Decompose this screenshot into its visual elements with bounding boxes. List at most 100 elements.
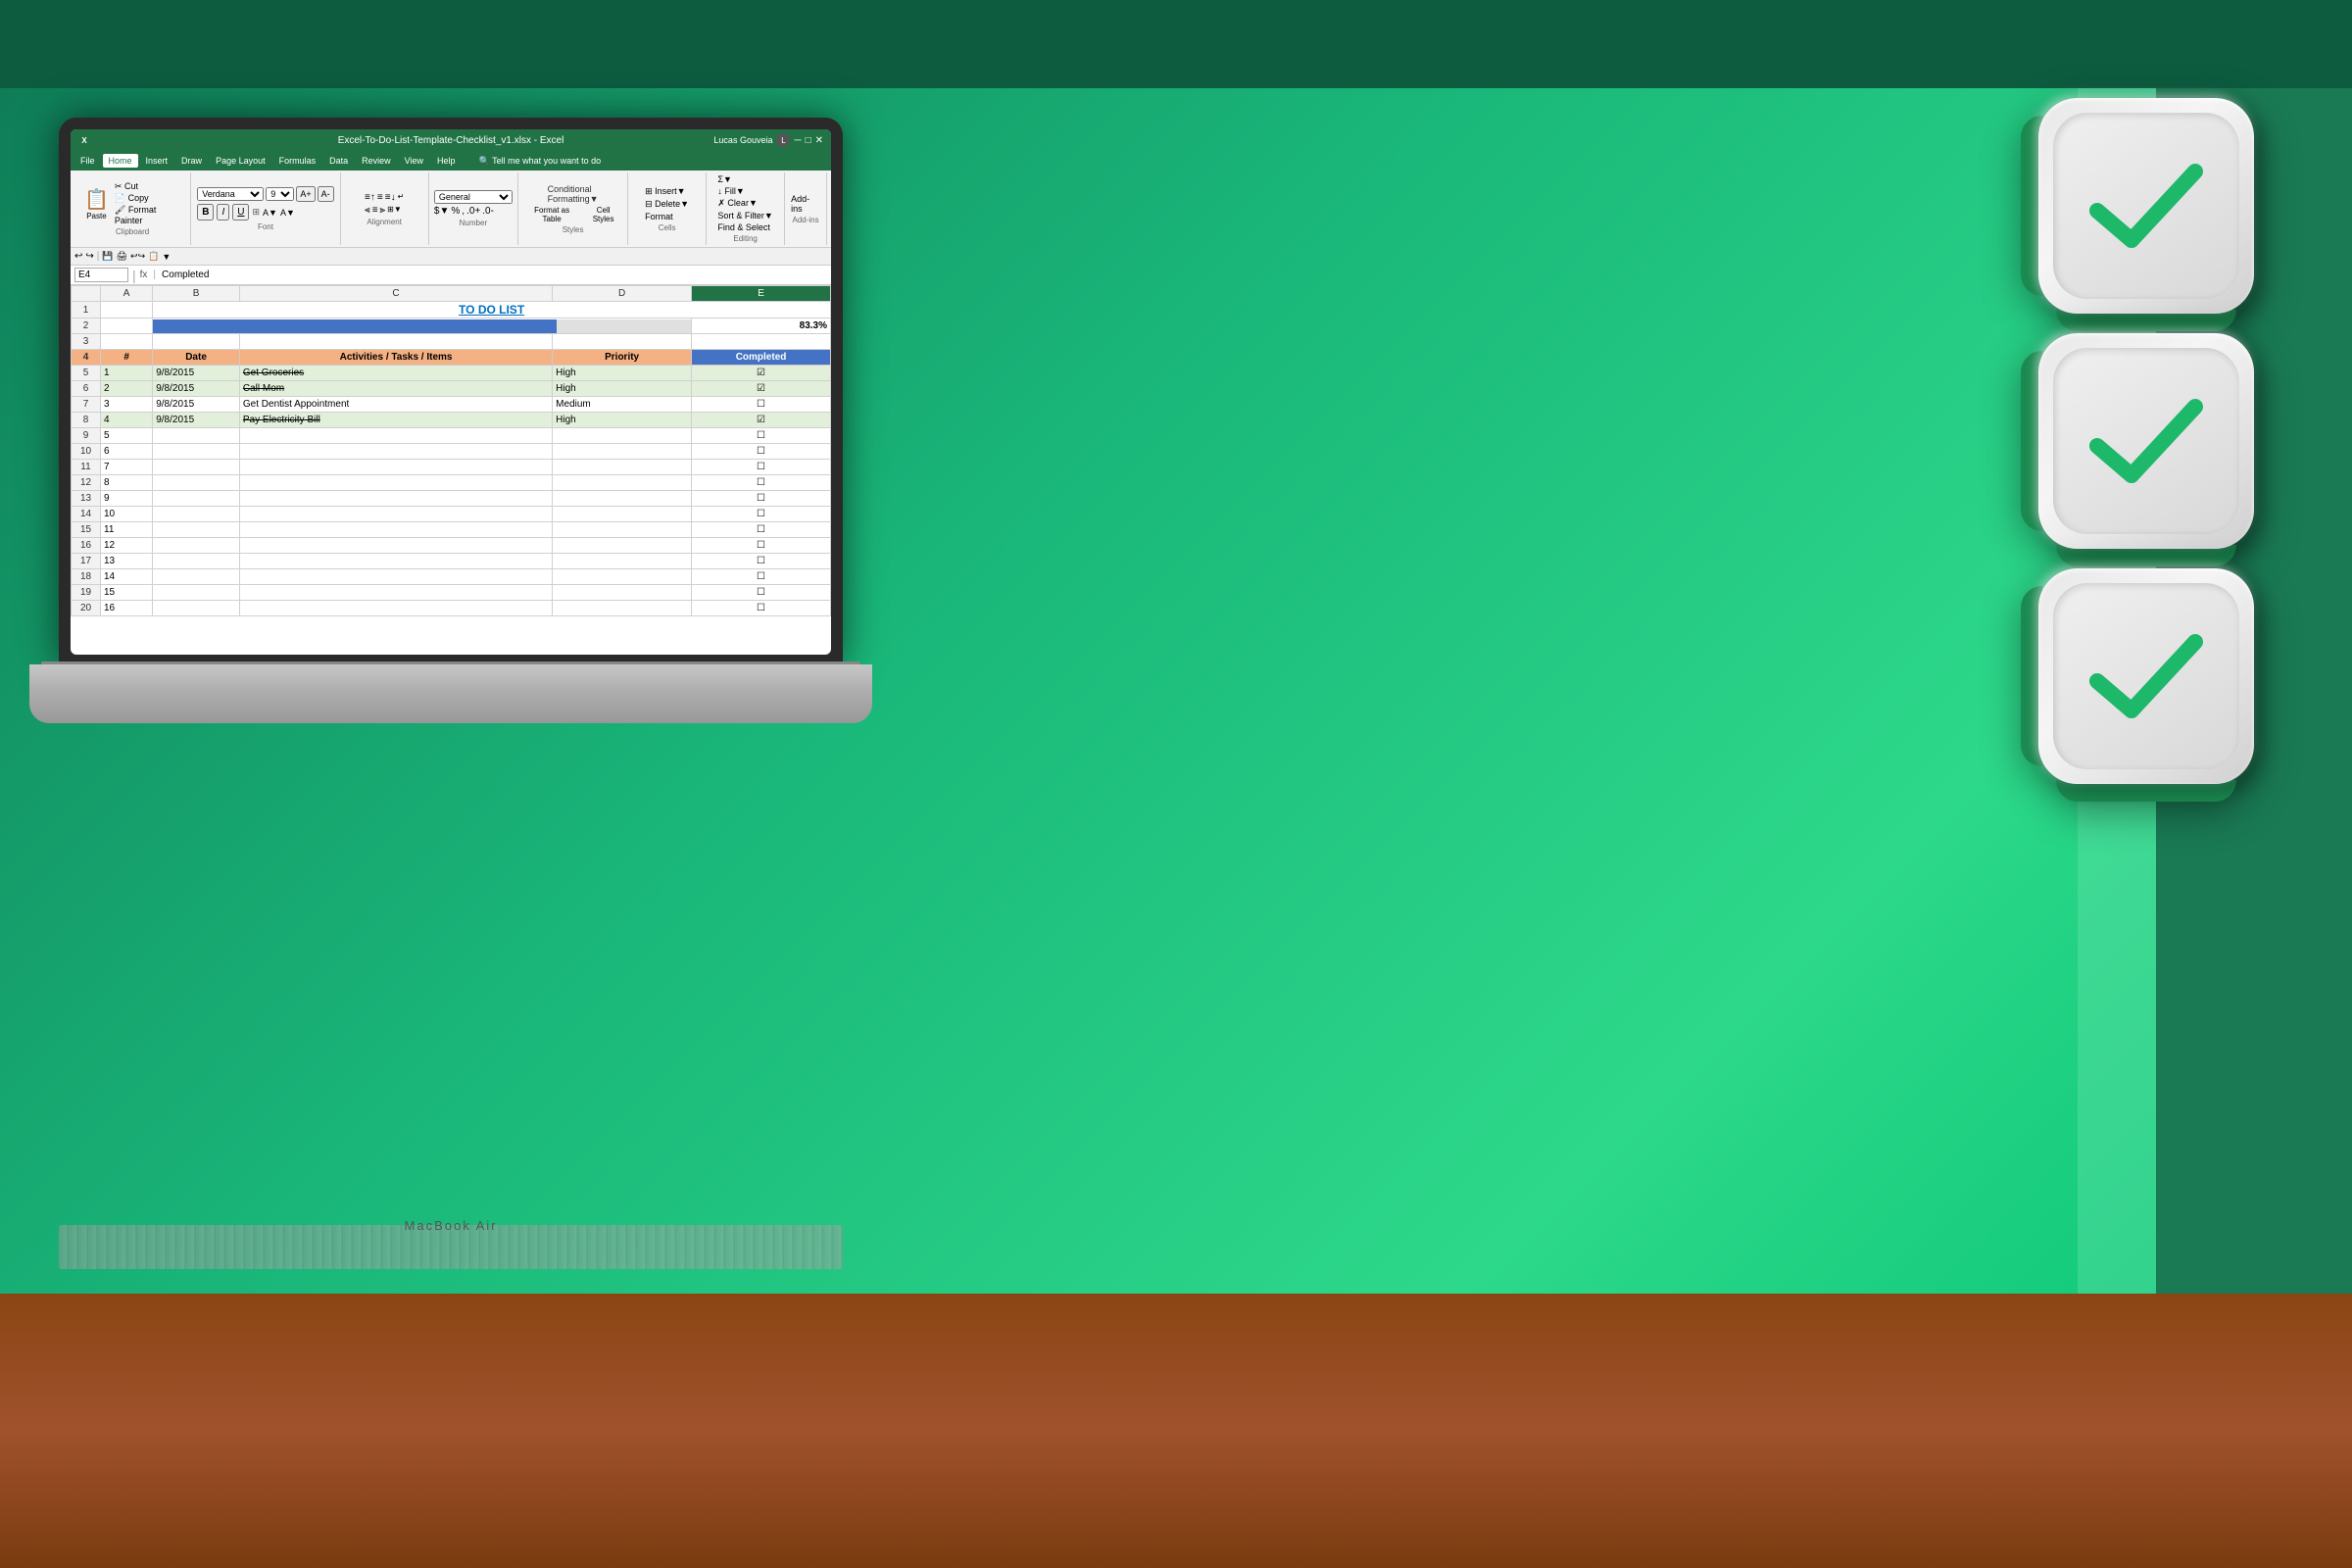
- table-header-row: 4 # Date Activities / Tasks / Items Prio…: [72, 350, 831, 366]
- font-size-select[interactable]: 9: [266, 187, 294, 201]
- menu-review[interactable]: Review: [356, 154, 397, 168]
- task-row-15: 1915☐: [72, 585, 831, 601]
- percent-icon[interactable]: %: [451, 206, 460, 217]
- addins-button[interactable]: Add-ins: [791, 194, 820, 214]
- wrap-text-icon[interactable]: ↵: [398, 192, 405, 203]
- task-checkbox[interactable]: ☑: [692, 366, 831, 381]
- toolbar-dropdown[interactable]: ▼: [162, 252, 171, 262]
- close-icon[interactable]: ✕: [815, 135, 823, 146]
- font-increase-button[interactable]: A+: [296, 186, 315, 202]
- menu-search[interactable]: 🔍 Tell me what you want to do: [473, 154, 608, 169]
- currency-icon[interactable]: $▼: [434, 206, 449, 217]
- task-num: 10: [101, 507, 153, 522]
- formula-input[interactable]: Completed: [162, 270, 827, 280]
- menu-draw[interactable]: Draw: [175, 154, 208, 168]
- task-row-2: 6 2 9/8/2015 Call Mom High ☑: [72, 381, 831, 397]
- toolbar-btn-2[interactable]: 🖨: [117, 251, 127, 262]
- fill-color-icon[interactable]: A▼: [263, 208, 277, 218]
- align-left-icon[interactable]: ⫷: [365, 205, 370, 216]
- addins-label: Add-ins: [793, 216, 819, 224]
- menu-insert[interactable]: Insert: [140, 154, 174, 168]
- col-header-b[interactable]: B: [153, 286, 240, 302]
- menu-page-layout[interactable]: Page Layout: [210, 154, 271, 168]
- bold-button[interactable]: B: [197, 204, 214, 220]
- borders-icon[interactable]: ⊞: [252, 207, 260, 218]
- font-color-icon[interactable]: A▼: [280, 208, 295, 218]
- format-painter-button[interactable]: 🖌 Format Painter: [115, 205, 184, 225]
- align-bottom-icon[interactable]: ≡↓: [385, 192, 396, 203]
- cut-button[interactable]: ✂ Cut: [115, 181, 184, 192]
- excel-menu-bar: File Home Insert Draw Page Layout Formul…: [71, 151, 831, 171]
- menu-view[interactable]: View: [399, 154, 429, 168]
- delete-button[interactable]: ⊟ Delete▼: [645, 199, 689, 210]
- col-header-e[interactable]: E: [692, 286, 831, 302]
- find-select-button[interactable]: Find & Select: [717, 222, 772, 232]
- undo-button[interactable]: ↩: [74, 251, 82, 262]
- excel-app: X Excel-To-Do-List-Template-Checklist_v1…: [71, 129, 831, 655]
- task-num: 1: [101, 366, 153, 381]
- merge-icon[interactable]: ⊞▼: [387, 205, 402, 216]
- italic-button[interactable]: I: [217, 204, 229, 220]
- col-header-d[interactable]: D: [553, 286, 692, 302]
- formula-divider: |: [132, 268, 136, 283]
- fill-button[interactable]: ↓ Fill▼: [717, 186, 772, 196]
- cell-b3[interactable]: [153, 334, 240, 350]
- align-center-icon[interactable]: ≡: [372, 205, 378, 216]
- toolbar-btn-3[interactable]: ↩↪: [130, 251, 145, 262]
- task-checkbox[interactable]: ☑: [692, 413, 831, 428]
- align-right-icon[interactable]: ⫸: [380, 205, 386, 216]
- conditional-formatting-button[interactable]: ConditionalFormatting▼: [548, 184, 599, 204]
- decimal-decrease-icon[interactable]: .0-: [482, 206, 494, 217]
- cell-c3[interactable]: [239, 334, 552, 350]
- check-box-inner-3: [2053, 583, 2239, 769]
- redo-button[interactable]: ↪: [85, 251, 93, 262]
- task-checkbox[interactable]: ☐: [692, 397, 831, 413]
- sort-filter-button[interactable]: Sort & Filter▼: [717, 211, 772, 220]
- checkmark-middle: [2038, 333, 2254, 549]
- underline-button[interactable]: U: [232, 204, 249, 220]
- clear-button[interactable]: ✗ Clear▼: [717, 198, 772, 209]
- format-button[interactable]: Format: [645, 212, 689, 221]
- menu-file[interactable]: File: [74, 154, 101, 168]
- task-row-6: 106☐: [72, 444, 831, 460]
- comma-icon[interactable]: ,: [462, 206, 465, 217]
- cell-a1[interactable]: [101, 302, 153, 318]
- menu-data[interactable]: Data: [323, 154, 354, 168]
- col-header-completed: Completed: [692, 350, 831, 366]
- username: Lucas Gouveia: [713, 135, 772, 145]
- row-num: 19: [72, 585, 101, 601]
- insert-button[interactable]: ⊞ Insert▼: [645, 186, 689, 197]
- toolbar-btn-4[interactable]: 📋: [148, 251, 159, 262]
- minimize-icon[interactable]: ─: [794, 135, 801, 146]
- sum-button[interactable]: Σ▼: [717, 174, 772, 184]
- toolbar-btn-1[interactable]: 💾: [102, 251, 113, 262]
- cell-e3[interactable]: [692, 334, 831, 350]
- col-header-c[interactable]: C: [239, 286, 552, 302]
- menu-home[interactable]: Home: [103, 154, 138, 168]
- copy-button[interactable]: 📄 Copy: [115, 193, 184, 204]
- laptop-screen-outer: X Excel-To-Do-List-Template-Checklist_v1…: [59, 118, 843, 666]
- laptop: X Excel-To-Do-List-Template-Checklist_v1…: [29, 118, 872, 804]
- cell-d3[interactable]: [553, 334, 692, 350]
- task-num: 7: [101, 460, 153, 475]
- menu-help[interactable]: Help: [431, 154, 462, 168]
- font-family-select[interactable]: Verdana: [197, 187, 264, 201]
- format-as-table-button[interactable]: Format as Table: [524, 206, 579, 223]
- cell-a3[interactable]: [101, 334, 153, 350]
- font-decrease-button[interactable]: A-: [318, 186, 334, 202]
- decimal-increase-icon[interactable]: .0+: [466, 206, 480, 217]
- align-middle-icon[interactable]: ≡: [377, 192, 383, 203]
- cell-styles-button[interactable]: Cell Styles: [585, 206, 621, 223]
- align-top-icon[interactable]: ≡↑: [365, 192, 375, 203]
- maximize-icon[interactable]: □: [806, 135, 811, 146]
- row-num: 13: [72, 491, 101, 507]
- task-checkbox[interactable]: ☑: [692, 381, 831, 397]
- number-format-select[interactable]: General: [434, 190, 513, 204]
- paste-button[interactable]: 📋 Paste: [80, 185, 113, 222]
- task-num: 15: [101, 585, 153, 601]
- col-header-a[interactable]: A: [101, 286, 153, 302]
- menu-formulas[interactable]: Formulas: [273, 154, 322, 168]
- ribbon-group-editing: Σ▼ ↓ Fill▼ ✗ Clear▼ Sort & Filter▼ Find …: [707, 172, 785, 245]
- cell-a2[interactable]: [101, 318, 153, 334]
- cell-reference-input[interactable]: E4: [74, 268, 128, 282]
